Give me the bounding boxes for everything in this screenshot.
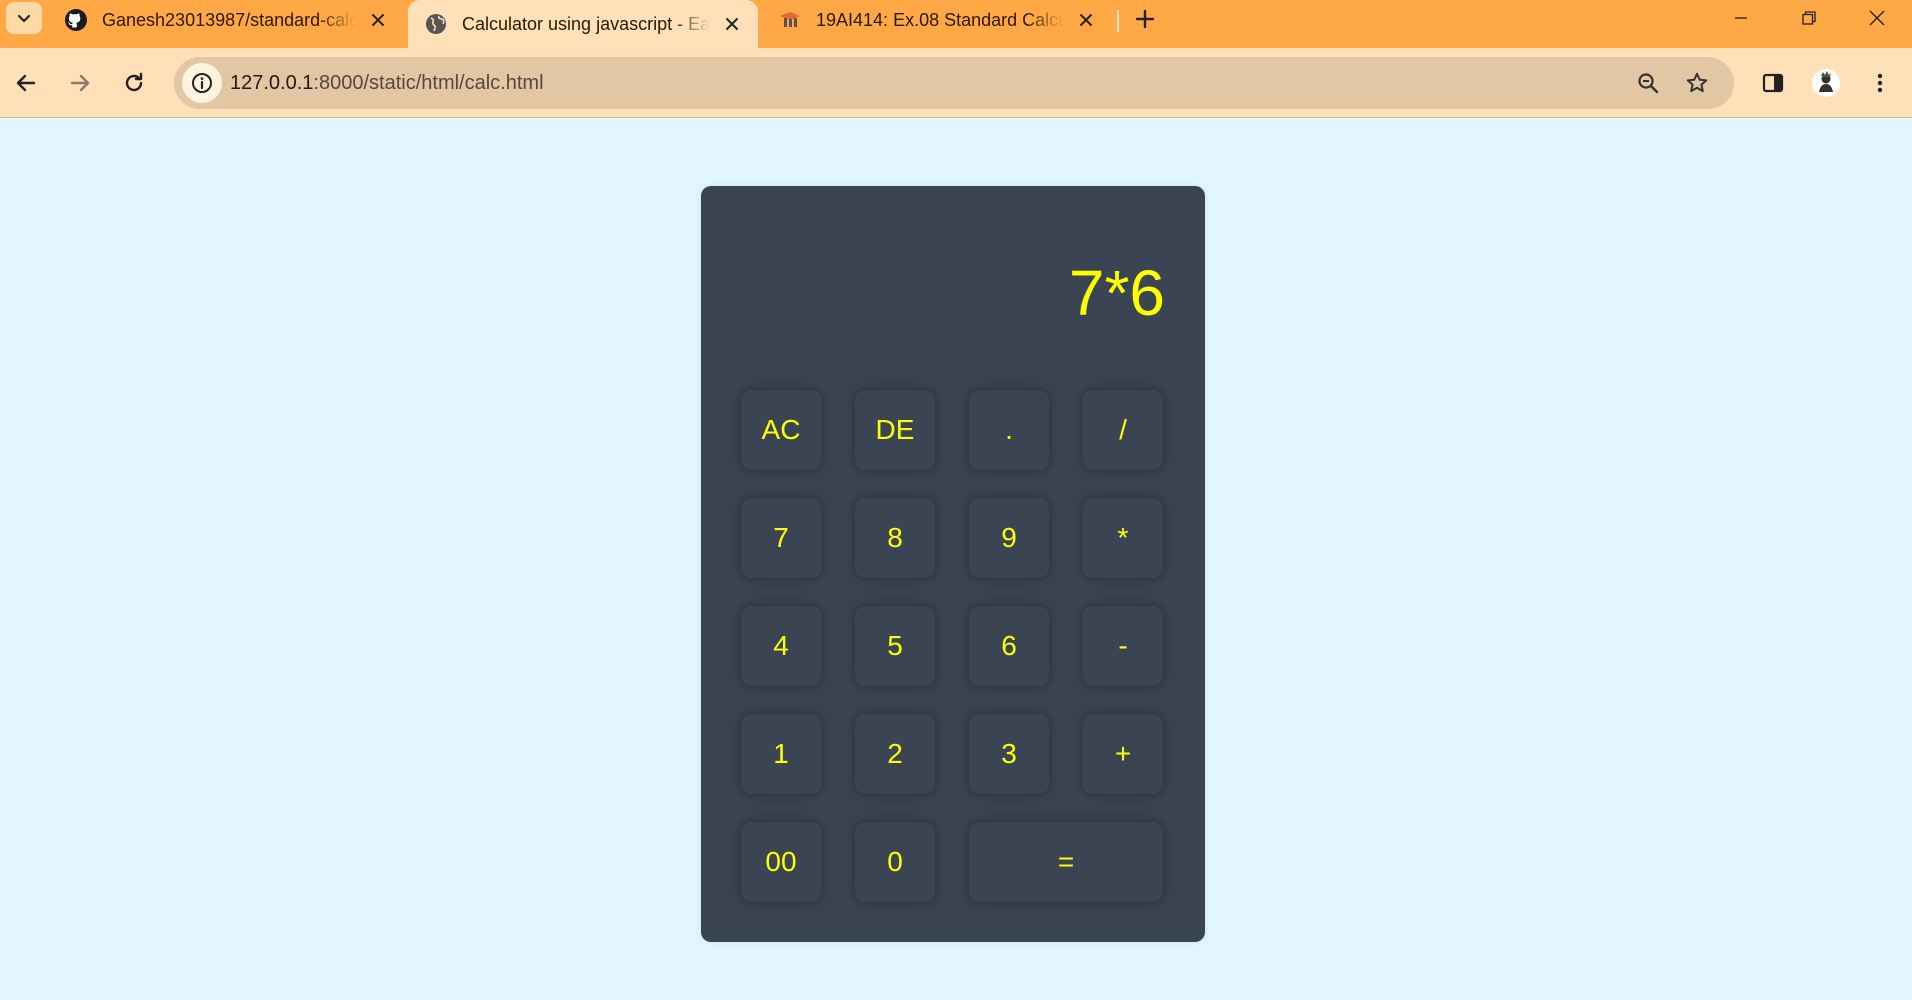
- delete-button[interactable]: DE: [855, 390, 935, 470]
- minimize-button[interactable]: [1708, 0, 1774, 36]
- all-clear-button[interactable]: AC: [741, 390, 821, 470]
- side-panel-icon: [1762, 73, 1784, 93]
- chevron-down-icon: [17, 14, 31, 23]
- site-info-button[interactable]: [182, 63, 222, 103]
- digit-7-button[interactable]: 7: [741, 498, 821, 578]
- github-icon: [64, 8, 88, 32]
- digit-8-button[interactable]: 8: [855, 498, 935, 578]
- tab-title: 19AI414: Ex.08 Standard Calcula: [816, 9, 1064, 30]
- plus-icon: [1135, 9, 1155, 29]
- calculator-display: 7*6: [1068, 257, 1165, 329]
- browser-menu-button[interactable]: [1860, 63, 1900, 103]
- digit-9-button[interactable]: 9: [969, 498, 1049, 578]
- tab-strip: Ganesh23013987/standard-calc Calculator …: [0, 0, 1912, 48]
- tab-title: Calculator using javascript - Eas: [462, 13, 710, 34]
- digit-4-button[interactable]: 4: [741, 606, 821, 686]
- browser-toolbar: 127.0.0.1:8000/static/html/calc.html: [0, 48, 1912, 118]
- back-button[interactable]: [6, 63, 46, 103]
- close-tab-icon[interactable]: [366, 8, 390, 32]
- moodle-icon: [778, 8, 802, 32]
- reload-button[interactable]: [114, 63, 154, 103]
- forward-button[interactable]: [60, 63, 100, 103]
- side-panel-button[interactable]: [1753, 63, 1793, 103]
- star-icon: [1686, 72, 1708, 93]
- close-icon: [1869, 10, 1885, 26]
- tab-moodle[interactable]: 19AI414: Ex.08 Standard Calcula: [762, 0, 1112, 40]
- profile-button[interactable]: [1806, 63, 1846, 103]
- add-button[interactable]: +: [1083, 714, 1163, 794]
- digit-5-button[interactable]: 5: [855, 606, 935, 686]
- close-window-button[interactable]: [1844, 0, 1910, 36]
- reload-icon: [125, 72, 143, 92]
- url-host: 127.0.0.1: [230, 72, 314, 94]
- digit-2-button[interactable]: 2: [855, 714, 935, 794]
- digit-0-button[interactable]: 0: [855, 822, 935, 902]
- bookmark-button[interactable]: [1677, 63, 1717, 103]
- divide-button[interactable]: /: [1083, 390, 1163, 470]
- url-text[interactable]: 127.0.0.1:8000/static/html/calc.html: [230, 57, 544, 109]
- address-bar[interactable]: 127.0.0.1:8000/static/html/calc.html: [174, 57, 1734, 109]
- digit-6-button[interactable]: 6: [969, 606, 1049, 686]
- tab-github[interactable]: Ganesh23013987/standard-calc: [48, 0, 404, 40]
- restore-button[interactable]: [1776, 0, 1842, 36]
- calculator: 7*6 AC DE . / 7 8 9 * 4 5 6 - 1 2 3 + 00…: [701, 186, 1205, 942]
- decimal-button[interactable]: .: [969, 390, 1049, 470]
- close-tab-icon[interactable]: [720, 12, 744, 36]
- zoom-button[interactable]: [1628, 63, 1668, 103]
- multiply-button[interactable]: *: [1083, 498, 1163, 578]
- double-zero-button[interactable]: 00: [741, 822, 821, 902]
- equals-button[interactable]: =: [969, 822, 1163, 902]
- info-icon: [192, 73, 212, 93]
- arrow-right-icon: [70, 74, 90, 92]
- restore-icon: [1802, 11, 1816, 25]
- globe-icon: [424, 12, 448, 36]
- tab-title: Ganesh23013987/standard-calc: [102, 9, 356, 30]
- close-tab-icon[interactable]: [1074, 8, 1098, 32]
- tab-search-button[interactable]: [6, 2, 42, 34]
- new-tab-button[interactable]: [1130, 4, 1160, 34]
- digit-3-button[interactable]: 3: [969, 714, 1049, 794]
- tab-separator: [1117, 10, 1119, 32]
- more-vertical-icon: [1877, 73, 1883, 93]
- url-path: :8000/static/html/calc.html: [313, 72, 544, 94]
- minimize-icon: [1735, 17, 1747, 19]
- arrow-left-icon: [16, 74, 36, 92]
- subtract-button[interactable]: -: [1083, 606, 1163, 686]
- tab-calculator[interactable]: Calculator using javascript - Eas: [408, 0, 758, 48]
- avatar-icon: [1812, 69, 1840, 97]
- digit-1-button[interactable]: 1: [741, 714, 821, 794]
- zoom-out-icon: [1638, 73, 1659, 94]
